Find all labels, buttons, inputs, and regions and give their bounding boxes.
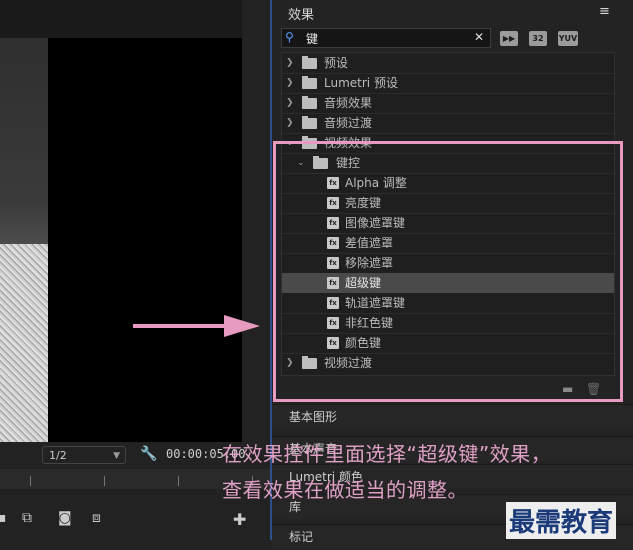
- insert-icon[interactable]: ⧉: [22, 510, 32, 526]
- add-icon[interactable]: ✚: [233, 510, 246, 529]
- panel-essential-graphics[interactable]: 基本图形: [272, 404, 633, 429]
- effects-panel-title[interactable]: 效果: [288, 4, 314, 23]
- panel-label: 标记: [289, 530, 314, 544]
- tree-item-audio-transitions[interactable]: ❯ 音频过渡: [282, 113, 614, 133]
- step-back-icon[interactable]: ▪: [0, 510, 7, 526]
- search-icon: ⚲: [285, 30, 294, 44]
- folder-icon: [302, 76, 317, 89]
- folder-icon: [302, 96, 317, 109]
- tree-item-presets[interactable]: ❯ 预设: [282, 53, 614, 73]
- scrub-tick: [178, 476, 179, 486]
- tree-item-label: 音频效果: [324, 96, 373, 110]
- folder-icon: [302, 116, 317, 129]
- tree-item-label: 音频过渡: [324, 116, 373, 130]
- annotation-line-1: 在效果控件里面选择“超级键”效果，: [222, 442, 552, 466]
- resolution-value: 1/2: [49, 449, 67, 462]
- highlight-box: [273, 141, 623, 402]
- chevron-right-icon[interactable]: ❯: [286, 93, 294, 113]
- panel-label: 基本图形: [289, 410, 338, 424]
- video-floor: [0, 244, 48, 442]
- tree-item-lumetri-presets[interactable]: ❯ Lumetri 预设: [282, 73, 614, 93]
- video-frame: [48, 38, 242, 442]
- chevron-right-icon[interactable]: ❯: [286, 113, 294, 133]
- chevron-right-icon[interactable]: ❯: [286, 53, 294, 73]
- accelerated-effects-icon[interactable]: ▶▶: [500, 31, 518, 46]
- video-frame-top: [0, 0, 242, 38]
- watermark-logo: 最需教育: [506, 502, 617, 539]
- tree-item-label: Lumetri 预设: [324, 76, 398, 90]
- camera-icon[interactable]: ◙: [58, 510, 72, 526]
- tree-item-label: 预设: [324, 56, 349, 70]
- chevron-right-icon[interactable]: ❯: [286, 73, 294, 93]
- search-value: 键: [306, 32, 319, 46]
- chevron-down-icon: ▼: [113, 451, 120, 461]
- folder-icon: [302, 56, 317, 69]
- scrub-tick: [30, 476, 31, 486]
- tree-item-audio-effects[interactable]: ❯ 音频效果: [282, 93, 614, 113]
- scrub-tick: [104, 476, 105, 486]
- annotation-line-2: 查看效果在做适当的调整。: [222, 478, 468, 502]
- compare-icon[interactable]: ⧈: [92, 510, 101, 526]
- hamburger-icon[interactable]: ≡: [599, 4, 610, 19]
- pointer-arrow: [133, 324, 231, 328]
- wrench-icon[interactable]: 🔧: [140, 446, 157, 462]
- yuv-filter-button[interactable]: YUV: [558, 31, 578, 46]
- arrow-head-icon: [224, 315, 260, 337]
- clear-icon[interactable]: ✕: [474, 30, 484, 44]
- 32bit-filter-button[interactable]: 32: [529, 31, 547, 46]
- resolution-select[interactable]: 1/2 ▼: [42, 446, 126, 464]
